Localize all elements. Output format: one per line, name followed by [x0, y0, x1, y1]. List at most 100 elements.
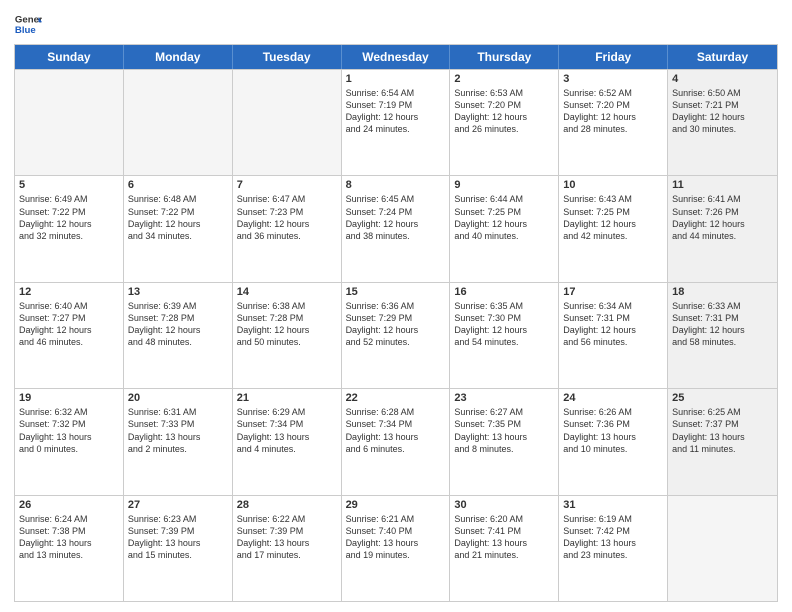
cell-text: Sunrise: 6:54 AM Sunset: 7:19 PM Dayligh…	[346, 87, 446, 136]
calendar-cell: 22Sunrise: 6:28 AM Sunset: 7:34 PM Dayli…	[342, 389, 451, 494]
calendar-cell: 9 Sunrise: 6:44 AM Sunset: 7:25 PM Daylig…	[450, 176, 559, 281]
calendar-row: 26 Sunrise: 6:24 AM Sunset: 7:38 PM Dayli…	[15, 495, 777, 601]
day-number: 12	[19, 286, 119, 298]
cell-text: Sunrise: 6:29 AM Sunset: 7:34 PM Dayligh…	[237, 406, 337, 455]
calendar-cell: 26 Sunrise: 6:24 AM Sunset: 7:38 PM Dayli…	[15, 496, 124, 601]
day-number: 9	[454, 179, 554, 191]
day-number: 17	[563, 286, 663, 298]
day-number: 2	[454, 73, 554, 85]
calendar-cell: 16 Sunrise: 6:35 AM Sunset: 7:30 PM Dayli…	[450, 283, 559, 388]
cell-text: Sunrise: 6:44 AM Sunset: 7:25 PM Dayligh…	[454, 193, 554, 242]
calendar-cell	[15, 70, 124, 175]
day-number: 25	[672, 392, 773, 404]
calendar-cell: 1Sunrise: 6:54 AM Sunset: 7:19 PM Daylig…	[342, 70, 451, 175]
calendar-cell: 13 Sunrise: 6:39 AM Sunset: 7:28 PM Dayli…	[124, 283, 233, 388]
calendar-cell: 21 Sunrise: 6:29 AM Sunset: 7:34 PM Dayli…	[233, 389, 342, 494]
calendar-cell: 23 Sunrise: 6:27 AM Sunset: 7:35 PM Dayli…	[450, 389, 559, 494]
day-number: 28	[237, 499, 337, 511]
day-number: 24	[563, 392, 663, 404]
cell-text: Sunrise: 6:45 AM Sunset: 7:24 PM Dayligh…	[346, 193, 446, 242]
cell-text: Sunrise: 6:40 AM Sunset: 7:27 PM Dayligh…	[19, 300, 119, 349]
day-number: 3	[563, 73, 663, 85]
day-number: 29	[346, 499, 446, 511]
calendar-cell: 24 Sunrise: 6:26 AM Sunset: 7:36 PM Dayli…	[559, 389, 668, 494]
day-number: 16	[454, 286, 554, 298]
calendar-cell: 20 Sunrise: 6:31 AM Sunset: 7:33 PM Dayli…	[124, 389, 233, 494]
cell-text: Sunrise: 6:48 AM Sunset: 7:22 PM Dayligh…	[128, 193, 228, 242]
day-number: 6	[128, 179, 228, 191]
calendar-cell: 10 Sunrise: 6:43 AM Sunset: 7:25 PM Dayli…	[559, 176, 668, 281]
cell-text: Sunrise: 6:19 AM Sunset: 7:42 PM Dayligh…	[563, 513, 663, 562]
calendar-cell: 12 Sunrise: 6:40 AM Sunset: 7:27 PM Dayli…	[15, 283, 124, 388]
calendar-cell: 29Sunrise: 6:21 AM Sunset: 7:40 PM Dayli…	[342, 496, 451, 601]
cell-text: Sunrise: 6:34 AM Sunset: 7:31 PM Dayligh…	[563, 300, 663, 349]
svg-text:General: General	[15, 14, 42, 25]
calendar-row: 5Sunrise: 6:49 AM Sunset: 7:22 PM Daylig…	[15, 175, 777, 281]
cell-text: Sunrise: 6:23 AM Sunset: 7:39 PM Dayligh…	[128, 513, 228, 562]
day-number: 13	[128, 286, 228, 298]
day-number: 21	[237, 392, 337, 404]
day-number: 10	[563, 179, 663, 191]
day-number: 11	[672, 179, 773, 191]
calendar-cell: 17 Sunrise: 6:34 AM Sunset: 7:31 PM Dayli…	[559, 283, 668, 388]
calendar: SundayMondayTuesdayWednesdayThursdayFrid…	[14, 44, 778, 602]
day-number: 18	[672, 286, 773, 298]
day-number: 14	[237, 286, 337, 298]
cell-text: Sunrise: 6:27 AM Sunset: 7:35 PM Dayligh…	[454, 406, 554, 455]
weekday-header: Wednesday	[342, 45, 451, 69]
calendar-cell: 27Sunrise: 6:23 AM Sunset: 7:39 PM Dayli…	[124, 496, 233, 601]
cell-text: Sunrise: 6:32 AM Sunset: 7:32 PM Dayligh…	[19, 406, 119, 455]
calendar-cell: 8Sunrise: 6:45 AM Sunset: 7:24 PM Daylig…	[342, 176, 451, 281]
cell-text: Sunrise: 6:53 AM Sunset: 7:20 PM Dayligh…	[454, 87, 554, 136]
weekday-header: Friday	[559, 45, 668, 69]
calendar-cell: 5Sunrise: 6:49 AM Sunset: 7:22 PM Daylig…	[15, 176, 124, 281]
cell-text: Sunrise: 6:38 AM Sunset: 7:28 PM Dayligh…	[237, 300, 337, 349]
cell-text: Sunrise: 6:31 AM Sunset: 7:33 PM Dayligh…	[128, 406, 228, 455]
calendar-cell: 7Sunrise: 6:47 AM Sunset: 7:23 PM Daylig…	[233, 176, 342, 281]
header: General Blue	[14, 10, 778, 38]
weekday-header: Tuesday	[233, 45, 342, 69]
logo-icon: General Blue	[14, 10, 42, 38]
weekday-header: Saturday	[668, 45, 777, 69]
cell-text: Sunrise: 6:50 AM Sunset: 7:21 PM Dayligh…	[672, 87, 773, 136]
calendar-cell: 25 Sunrise: 6:25 AM Sunset: 7:37 PM Dayli…	[668, 389, 777, 494]
cell-text: Sunrise: 6:39 AM Sunset: 7:28 PM Dayligh…	[128, 300, 228, 349]
calendar-cell: 14 Sunrise: 6:38 AM Sunset: 7:28 PM Dayli…	[233, 283, 342, 388]
cell-text: Sunrise: 6:20 AM Sunset: 7:41 PM Dayligh…	[454, 513, 554, 562]
cell-text: Sunrise: 6:22 AM Sunset: 7:39 PM Dayligh…	[237, 513, 337, 562]
cell-text: Sunrise: 6:36 AM Sunset: 7:29 PM Dayligh…	[346, 300, 446, 349]
cell-text: Sunrise: 6:43 AM Sunset: 7:25 PM Dayligh…	[563, 193, 663, 242]
day-number: 15	[346, 286, 446, 298]
cell-text: Sunrise: 6:47 AM Sunset: 7:23 PM Dayligh…	[237, 193, 337, 242]
calendar-cell: 18 Sunrise: 6:33 AM Sunset: 7:31 PM Dayli…	[668, 283, 777, 388]
svg-text:Blue: Blue	[15, 25, 36, 36]
weekday-header: Monday	[124, 45, 233, 69]
day-number: 31	[563, 499, 663, 511]
day-number: 26	[19, 499, 119, 511]
cell-text: Sunrise: 6:49 AM Sunset: 7:22 PM Dayligh…	[19, 193, 119, 242]
calendar-cell: 19 Sunrise: 6:32 AM Sunset: 7:32 PM Dayli…	[15, 389, 124, 494]
cell-text: Sunrise: 6:26 AM Sunset: 7:36 PM Dayligh…	[563, 406, 663, 455]
calendar-cell: 2 Sunrise: 6:53 AM Sunset: 7:20 PM Daylig…	[450, 70, 559, 175]
day-number: 4	[672, 73, 773, 85]
day-number: 20	[128, 392, 228, 404]
calendar-cell: 30 Sunrise: 6:20 AM Sunset: 7:41 PM Dayli…	[450, 496, 559, 601]
cell-text: Sunrise: 6:28 AM Sunset: 7:34 PM Dayligh…	[346, 406, 446, 455]
cell-text: Sunrise: 6:24 AM Sunset: 7:38 PM Dayligh…	[19, 513, 119, 562]
calendar-cell: 11Sunrise: 6:41 AM Sunset: 7:26 PM Dayli…	[668, 176, 777, 281]
calendar-cell	[124, 70, 233, 175]
calendar-cell	[233, 70, 342, 175]
calendar-cell: 31 Sunrise: 6:19 AM Sunset: 7:42 PM Dayli…	[559, 496, 668, 601]
calendar-cell: 3Sunrise: 6:52 AM Sunset: 7:20 PM Daylig…	[559, 70, 668, 175]
cell-text: Sunrise: 6:35 AM Sunset: 7:30 PM Dayligh…	[454, 300, 554, 349]
logo: General Blue	[14, 10, 42, 38]
cell-text: Sunrise: 6:33 AM Sunset: 7:31 PM Dayligh…	[672, 300, 773, 349]
day-number: 30	[454, 499, 554, 511]
cell-text: Sunrise: 6:25 AM Sunset: 7:37 PM Dayligh…	[672, 406, 773, 455]
day-number: 23	[454, 392, 554, 404]
calendar-body: 1Sunrise: 6:54 AM Sunset: 7:19 PM Daylig…	[15, 69, 777, 601]
day-number: 19	[19, 392, 119, 404]
calendar-cell: 4 Sunrise: 6:50 AM Sunset: 7:21 PM Daylig…	[668, 70, 777, 175]
calendar-cell: 6 Sunrise: 6:48 AM Sunset: 7:22 PM Daylig…	[124, 176, 233, 281]
weekday-header: Sunday	[15, 45, 124, 69]
